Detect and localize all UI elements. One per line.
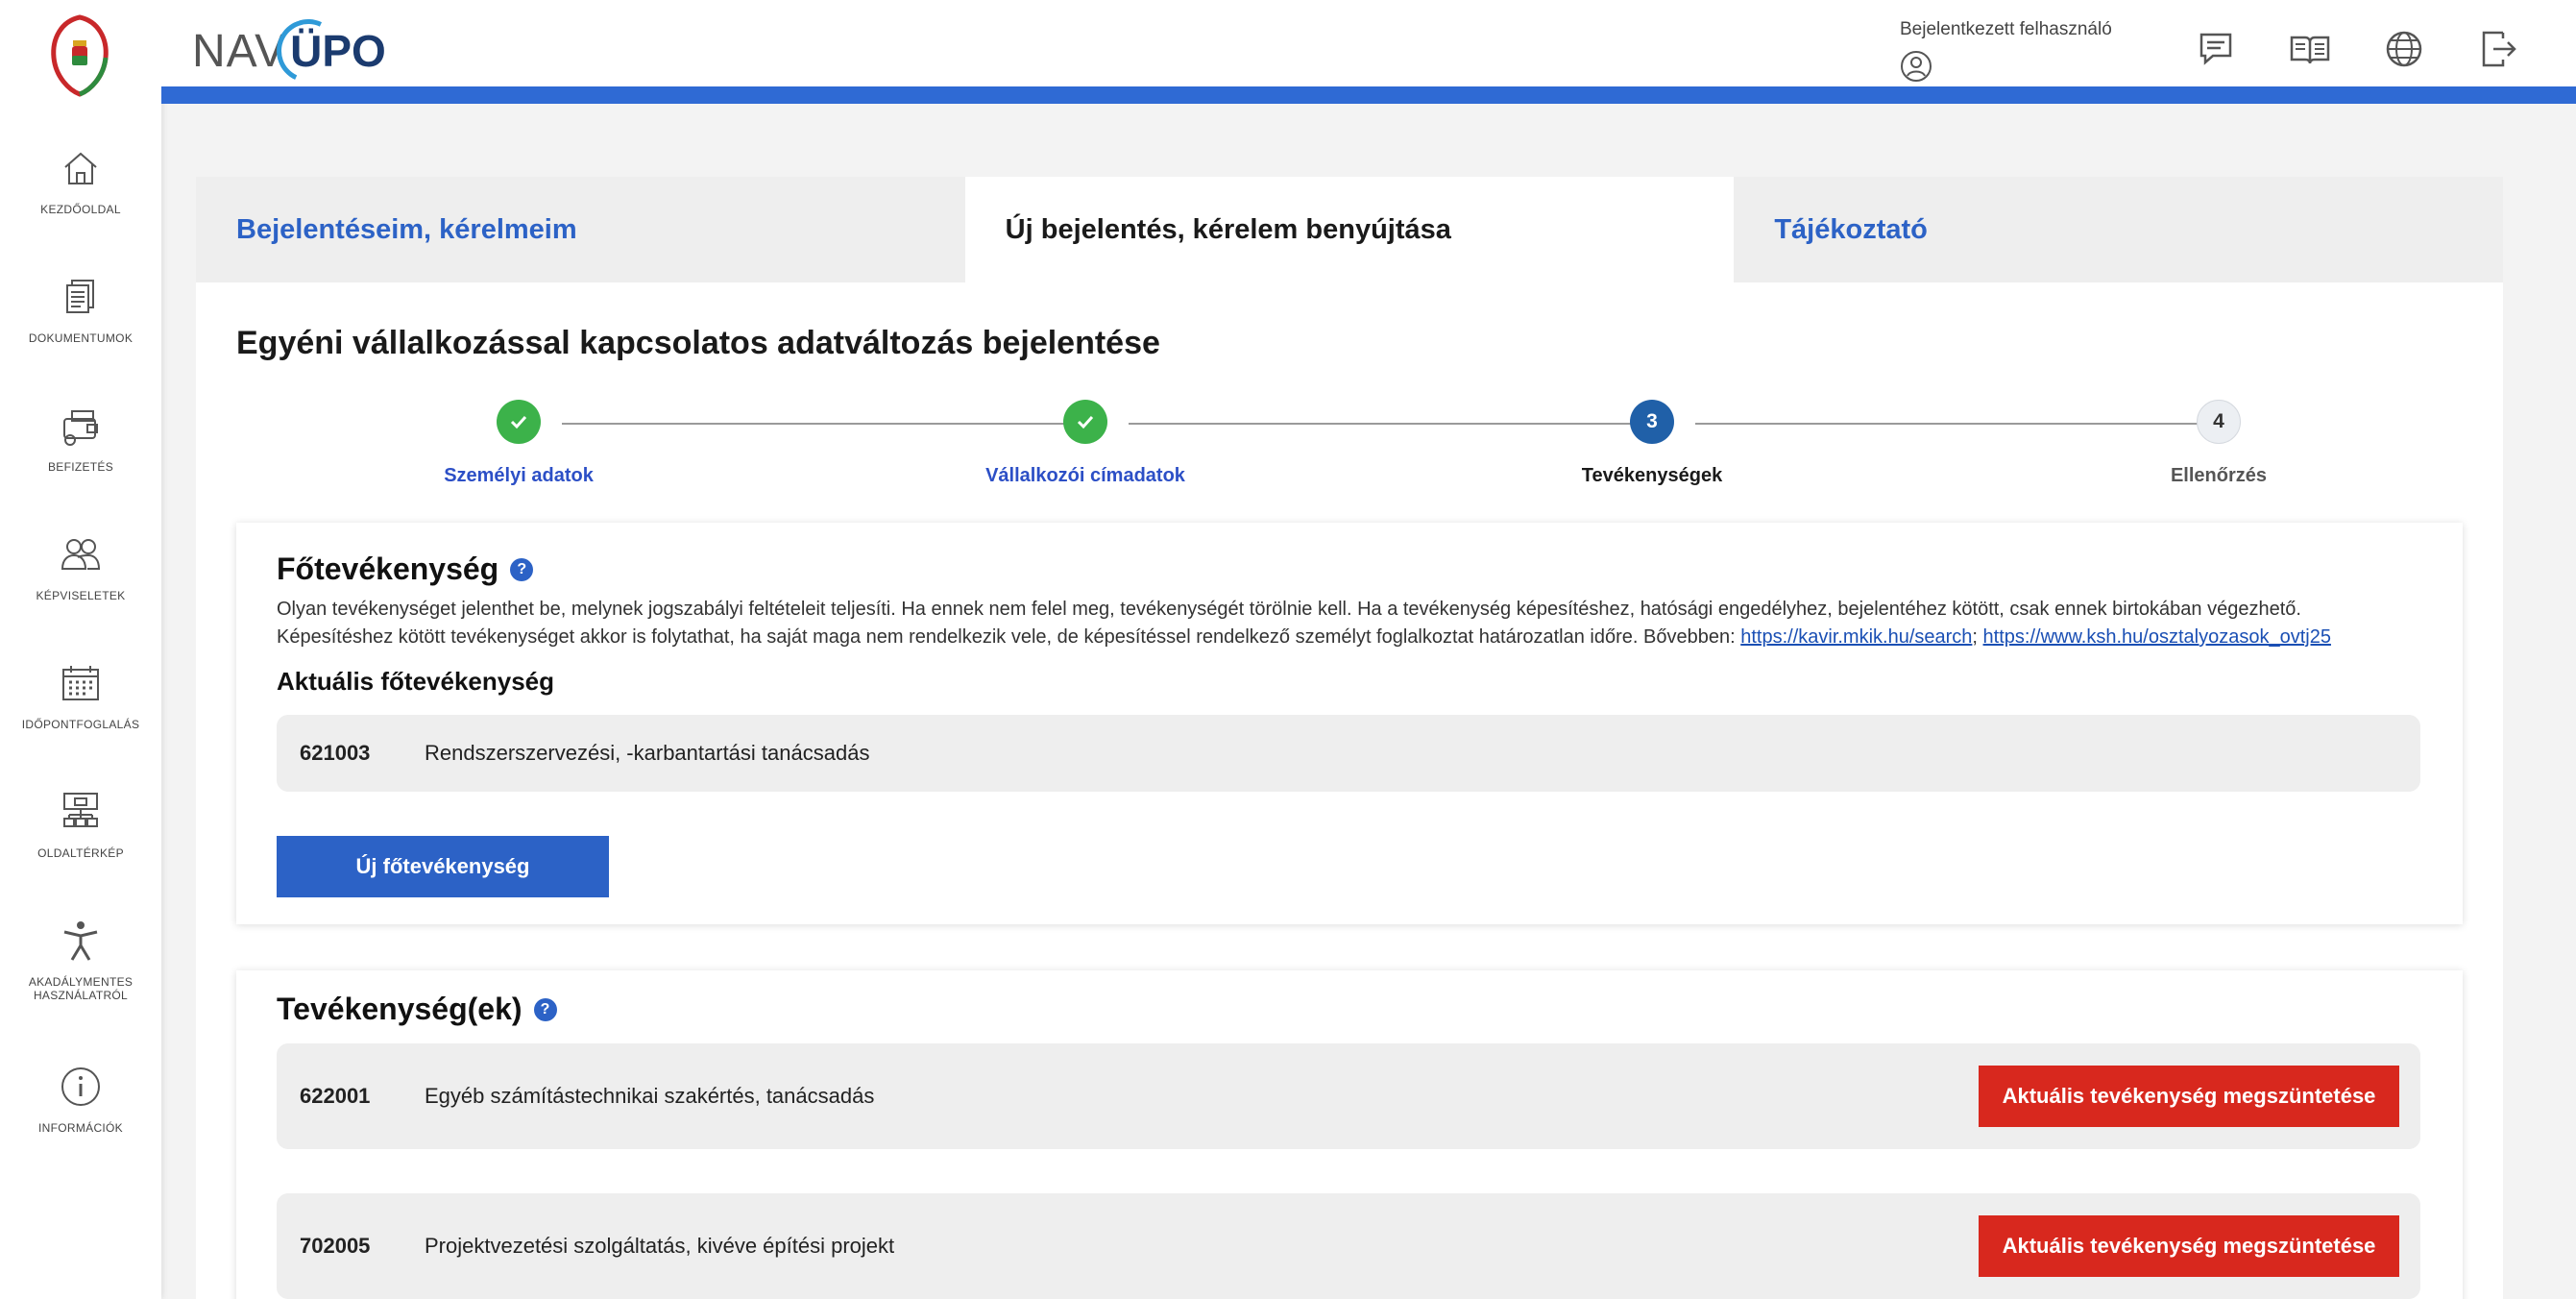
sidebar-item-home[interactable]: KEZDŐOLDAL	[0, 146, 161, 216]
main-activity-card: Főtevékenység ? Olyan tevékenységet jele…	[236, 523, 2463, 924]
sitemap-icon	[59, 790, 103, 839]
sidebar-item-label: OLDALTÉRKÉP	[37, 846, 124, 860]
activity-name: Rendszerszervezési, -karbantartási tanác…	[425, 741, 870, 765]
sidebar-item-payment[interactable]: BEFIZETÉS	[0, 404, 161, 474]
sidebar-item-appointment[interactable]: IDŐPONTFOGLALÁS	[0, 661, 161, 731]
user-label: Bejelentkezett felhasználó	[1900, 19, 2112, 39]
activity-code: 702005	[300, 1234, 371, 1258]
activity-name: Projektvezetési szolgáltatás, kivéve épí…	[425, 1234, 895, 1258]
nav-upo-logo[interactable]: NAV ÜPO	[192, 10, 386, 92]
new-main-activity-button[interactable]: Új főtevékenység	[277, 836, 609, 897]
sidebar-item-label: INFORMÁCIÓK	[38, 1121, 123, 1135]
calendar-icon	[59, 661, 103, 710]
header: NAV ÜPO Bejelentkezett felhasználó	[161, 0, 2576, 104]
tab-information[interactable]: Tájékoztató	[1734, 177, 2504, 282]
step-business-address[interactable]: Vállalkozói címadatok	[941, 400, 1229, 487]
main-activity-title: Főtevékenység ?	[277, 551, 534, 587]
terminate-activity-button[interactable]: Aktuális tevékenység megszüntetése	[1979, 1215, 2399, 1277]
activity-row: 622001 Egyéb számítástechnikai szakértés…	[277, 1043, 2420, 1149]
step-number: 3	[1630, 400, 1674, 444]
main-activity-description: Olyan tevékenységet jelenthet be, melyne…	[277, 599, 2331, 648]
check-icon	[497, 400, 541, 444]
check-icon	[1063, 400, 1107, 444]
current-main-activity-row: 621003 Rendszerszervezési, -karbantartás…	[277, 715, 2420, 792]
documents-icon	[59, 275, 103, 324]
help-icon[interactable]: ?	[533, 997, 557, 1021]
step-activities: 3 Tevékenységek	[1508, 400, 1796, 487]
step-review: 4 Ellenőrzés	[2075, 400, 2363, 487]
sidebar: KEZDŐOLDAL DOKUMENTUMOK BEFIZETÉS KÉPVIS…	[0, 0, 161, 1299]
tab-my-submissions[interactable]: Bejelentéseim, kérelmeim	[196, 177, 965, 282]
step-label: Személyi adatok	[444, 465, 594, 486]
activity-code: 622001	[300, 1084, 371, 1108]
activity-name: Egyéb számítástechnikai szakértés, tanác…	[425, 1084, 875, 1108]
activity-row: 702005 Projektvezetési szolgáltatás, kiv…	[277, 1193, 2420, 1299]
logged-in-user: Bejelentkezett felhasználó	[1900, 19, 2112, 83]
sidebar-item-label: DOKUMENTUMOK	[28, 331, 134, 345]
sidebar-item-label: AKADÁLYMENTES HASZNÁLATRÓL	[28, 975, 134, 1002]
user-avatar-icon[interactable]	[1900, 50, 1932, 83]
people-icon	[59, 532, 103, 581]
sidebar-item-representations[interactable]: KÉPVISELETEK	[0, 532, 161, 602]
brand-upo: ÜPO	[267, 10, 386, 92]
globe-icon[interactable]	[2382, 27, 2426, 71]
ksh-link[interactable]: https://www.ksh.hu/osztalyozasok_ovtj25	[1983, 626, 2331, 648]
brand-nav: NAV	[192, 25, 287, 77]
sidebar-item-information[interactable]: INFORMÁCIÓK	[0, 1065, 161, 1135]
accessibility-icon	[59, 919, 103, 968]
home-icon	[59, 146, 103, 195]
activity-code: 621003	[300, 741, 371, 765]
help-icon[interactable]: ?	[510, 557, 534, 581]
chat-icon[interactable]	[2194, 27, 2238, 71]
sidebar-item-label: KEZDŐOLDAL	[40, 203, 121, 216]
terminate-activity-button[interactable]: Aktuális tevékenység megszüntetése	[1979, 1066, 2399, 1127]
step-label: Ellenőrzés	[2170, 465, 2268, 486]
kavir-link[interactable]: https://kavir.mkik.hu/search	[1740, 626, 1972, 648]
book-icon[interactable]	[2288, 27, 2332, 71]
main-content: Egyéni vállalkozással kapcsolatos adatvá…	[196, 282, 2503, 1299]
step-personal-data[interactable]: Személyi adatok	[375, 400, 663, 487]
header-accent-bar	[161, 86, 2576, 104]
hungarian-coat-of-arms-logo[interactable]	[48, 13, 111, 98]
step-label: Tevékenységek	[1581, 465, 1723, 486]
sidebar-item-accessibility[interactable]: AKADÁLYMENTES HASZNÁLATRÓL	[0, 919, 161, 1002]
tab-new-submission[interactable]: Új bejelentés, kérelem benyújtása	[964, 177, 1735, 282]
wallet-icon	[59, 404, 103, 453]
step-number: 4	[2197, 400, 2241, 444]
sidebar-item-sitemap[interactable]: OLDALTÉRKÉP	[0, 790, 161, 860]
logout-icon[interactable]	[2476, 27, 2520, 71]
sidebar-item-documents[interactable]: DOKUMENTUMOK	[0, 275, 161, 345]
sidebar-item-label: IDŐPONTFOGLALÁS	[21, 718, 140, 731]
step-label: Vállalkozói címadatok	[985, 465, 1185, 486]
info-icon	[59, 1065, 103, 1114]
sidebar-item-label: BEFIZETÉS	[47, 460, 114, 474]
current-main-activity-label: Aktuális főtevékenység	[277, 667, 555, 696]
page-title: Egyéni vállalkozással kapcsolatos adatvá…	[236, 325, 1160, 361]
sidebar-item-label: KÉPVISELETEK	[36, 589, 126, 602]
activities-title: Tevékenység(ek) ?	[277, 992, 557, 1027]
activities-card: Tevékenység(ek) ? 622001 Egyéb számítást…	[236, 970, 2463, 1299]
tab-bar: Bejelentéseim, kérelmeim Új bejelentés, …	[196, 177, 2504, 282]
